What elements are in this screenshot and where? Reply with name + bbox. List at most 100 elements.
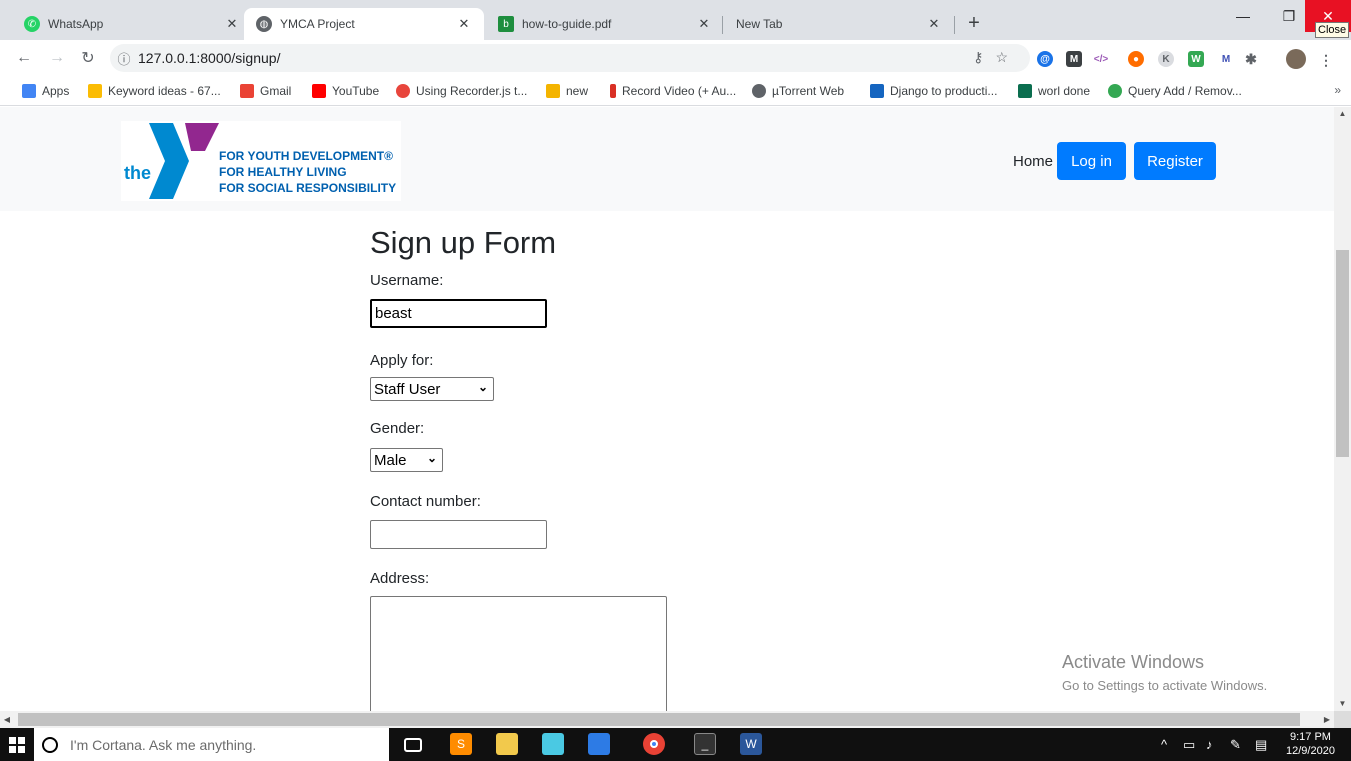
sublime-text-icon[interactable]: S <box>450 733 472 755</box>
notifications-icon[interactable]: ▤ <box>1255 737 1267 753</box>
site-icon <box>1108 84 1122 98</box>
scroll-down-arrow-icon[interactable]: ▼ <box>1334 697 1351 711</box>
site-icon <box>870 84 884 98</box>
clock-time: 9:17 PM <box>1289 731 1331 743</box>
address-bar[interactable]: ⓘ 127.0.0.1:8000/signup/ ⚷☆ <box>110 44 1030 72</box>
ymca-logo[interactable]: the FOR YOUTH DEVELOPMENT® FOR HEALTHY L… <box>121 121 401 201</box>
cortana-placeholder: I'm Cortana. Ask me anything. <box>70 736 257 753</box>
extension-icon[interactable]: M <box>1218 51 1234 67</box>
tab-separator <box>722 16 723 34</box>
file-explorer-icon[interactable] <box>496 733 518 755</box>
browser-toolbar: ← → ↻ ⓘ 127.0.0.1:8000/signup/ ⚷☆ <box>0 40 1351 76</box>
close-icon[interactable]: ✕ <box>926 16 942 32</box>
scroll-left-arrow-icon[interactable]: ◀ <box>0 711 14 728</box>
bookmark-youtube[interactable]: YouTube <box>312 82 379 100</box>
extension-icon[interactable]: M <box>1066 51 1082 67</box>
close-tooltip: Close <box>1315 22 1350 38</box>
scrollbar-corner <box>1334 711 1351 728</box>
ymca-y-icon <box>149 123 219 199</box>
tab-whatsapp[interactable]: ✆ WhatsApp ✕ <box>12 8 252 40</box>
nav-home-link[interactable]: Home <box>1013 153 1053 170</box>
tab-label: WhatsApp <box>48 17 104 31</box>
chevron-down-icon: ⌄ <box>477 380 488 394</box>
gender-label: Gender: <box>370 420 425 437</box>
volume-icon[interactable]: ♪ <box>1206 737 1213 752</box>
puzzle-icon[interactable]: ✱ <box>1243 51 1259 67</box>
extension-icon[interactable]: K <box>1158 51 1174 67</box>
tab-strip: ✆ WhatsApp ✕ ◍ YMCA Project ✕ b how-to-g… <box>0 0 1351 40</box>
app-icon[interactable] <box>542 733 564 755</box>
minimize-button[interactable]: — <box>1220 0 1266 32</box>
google-ads-icon <box>88 84 102 98</box>
terminal-icon[interactable]: _ <box>694 733 716 755</box>
scroll-up-arrow-icon[interactable]: ▲ <box>1334 107 1351 121</box>
bookmark-django[interactable]: Django to producti... <box>870 82 997 100</box>
vertical-scroll-thumb[interactable] <box>1336 250 1349 457</box>
chrome-icon[interactable] <box>643 733 665 755</box>
forward-button[interactable]: → <box>43 44 71 72</box>
new-tab-button[interactable]: + <box>962 12 986 36</box>
bookmark-record-video[interactable]: Record Video (+ Au... <box>610 82 736 100</box>
close-icon[interactable]: ✕ <box>456 16 472 32</box>
bookmark-label: Keyword ideas - 67... <box>108 84 221 98</box>
close-icon[interactable]: ✕ <box>696 16 712 32</box>
app-icon[interactable] <box>588 733 610 755</box>
task-view-icon[interactable] <box>404 738 422 752</box>
logo-tagline: FOR YOUTH DEVELOPMENT® <box>219 149 393 163</box>
bookmark-query-add[interactable]: Query Add / Remov... <box>1108 82 1242 100</box>
tab-how-to-guide[interactable]: b how-to-guide.pdf ✕ <box>486 8 724 40</box>
bookmark-label: new <box>566 84 589 98</box>
cortana-search-box[interactable]: I'm Cortana. Ask me anything. <box>34 728 389 761</box>
tab-ymca-project[interactable]: ◍ YMCA Project ✕ <box>244 8 484 40</box>
youtube-icon <box>312 84 326 98</box>
bookmark-keyword-ideas[interactable]: Keyword ideas - 67... <box>88 82 221 100</box>
gender-select[interactable]: Male ⌄ <box>370 448 443 472</box>
register-button[interactable]: Register <box>1134 142 1216 180</box>
tab-label: YMCA Project <box>280 17 355 31</box>
vertical-scrollbar[interactable]: ▲ ▼ <box>1334 107 1351 711</box>
word-icon[interactable]: W <box>740 733 762 755</box>
extension-icon[interactable]: @ <box>1037 51 1053 67</box>
contact-number-field[interactable] <box>370 520 547 549</box>
horizontal-scroll-thumb[interactable] <box>18 713 1300 726</box>
back-button[interactable]: ← <box>10 44 38 72</box>
login-button[interactable]: Log in <box>1057 142 1126 180</box>
bookmark-gmail[interactable]: Gmail <box>240 82 291 100</box>
avatar[interactable] <box>1286 49 1306 69</box>
bookmark-recorderjs[interactable]: Using Recorder.js t... <box>396 82 527 100</box>
scroll-right-arrow-icon[interactable]: ▶ <box>1320 711 1334 728</box>
url-text: 127.0.0.1:8000/signup/ <box>138 50 281 66</box>
gender-value: Male <box>374 451 407 469</box>
chevron-up-icon[interactable]: ^ <box>1161 737 1167 752</box>
apply-for-label: Apply for: <box>370 352 434 369</box>
close-icon[interactable]: ✕ <box>224 16 240 32</box>
site-header: the FOR YOUTH DEVELOPMENT® FOR HEALTHY L… <box>0 107 1334 211</box>
key-icon[interactable]: ⚷ <box>973 49 995 65</box>
address-textarea[interactable] <box>370 596 667 711</box>
menu-icon[interactable]: ⋮ <box>1318 52 1334 68</box>
pen-icon[interactable]: ✎ <box>1230 737 1241 753</box>
bookmark-worl-done[interactable]: worl done <box>1018 82 1090 100</box>
site-icon <box>396 84 410 98</box>
more-bookmarks-button[interactable]: » <box>1334 83 1341 97</box>
battery-icon[interactable]: ▭ <box>1183 737 1195 753</box>
extension-icon[interactable]: ● <box>1128 51 1144 67</box>
username-field[interactable] <box>370 299 547 328</box>
activate-windows-title: Activate Windows <box>1062 652 1205 672</box>
bookmark-label: Query Add / Remov... <box>1128 84 1242 98</box>
horizontal-scrollbar[interactable]: ◀ ▶ <box>0 711 1334 728</box>
clock[interactable]: 9:17 PM 12/9/2020 <box>1286 730 1335 758</box>
activate-windows-subtitle: Go to Settings to activate Windows. <box>1062 678 1268 693</box>
bookmark-apps[interactable]: Apps <box>22 82 69 100</box>
reload-button[interactable]: ↻ <box>74 44 102 72</box>
tab-new-tab[interactable]: New Tab ✕ <box>724 8 954 40</box>
apply-for-select[interactable]: Staff User ⌄ <box>370 377 494 401</box>
extension-icon[interactable]: W <box>1188 51 1204 67</box>
bookmark-new[interactable]: new <box>546 82 588 100</box>
code-extension-icon[interactable]: </> <box>1093 51 1109 67</box>
start-button[interactable] <box>0 728 34 761</box>
bookmark-utorrent[interactable]: µTorrent Web <box>752 82 844 100</box>
bookmark-label: Apps <box>42 84 70 98</box>
info-icon[interactable]: ⓘ <box>110 49 138 68</box>
star-icon[interactable]: ☆ <box>995 49 1020 65</box>
